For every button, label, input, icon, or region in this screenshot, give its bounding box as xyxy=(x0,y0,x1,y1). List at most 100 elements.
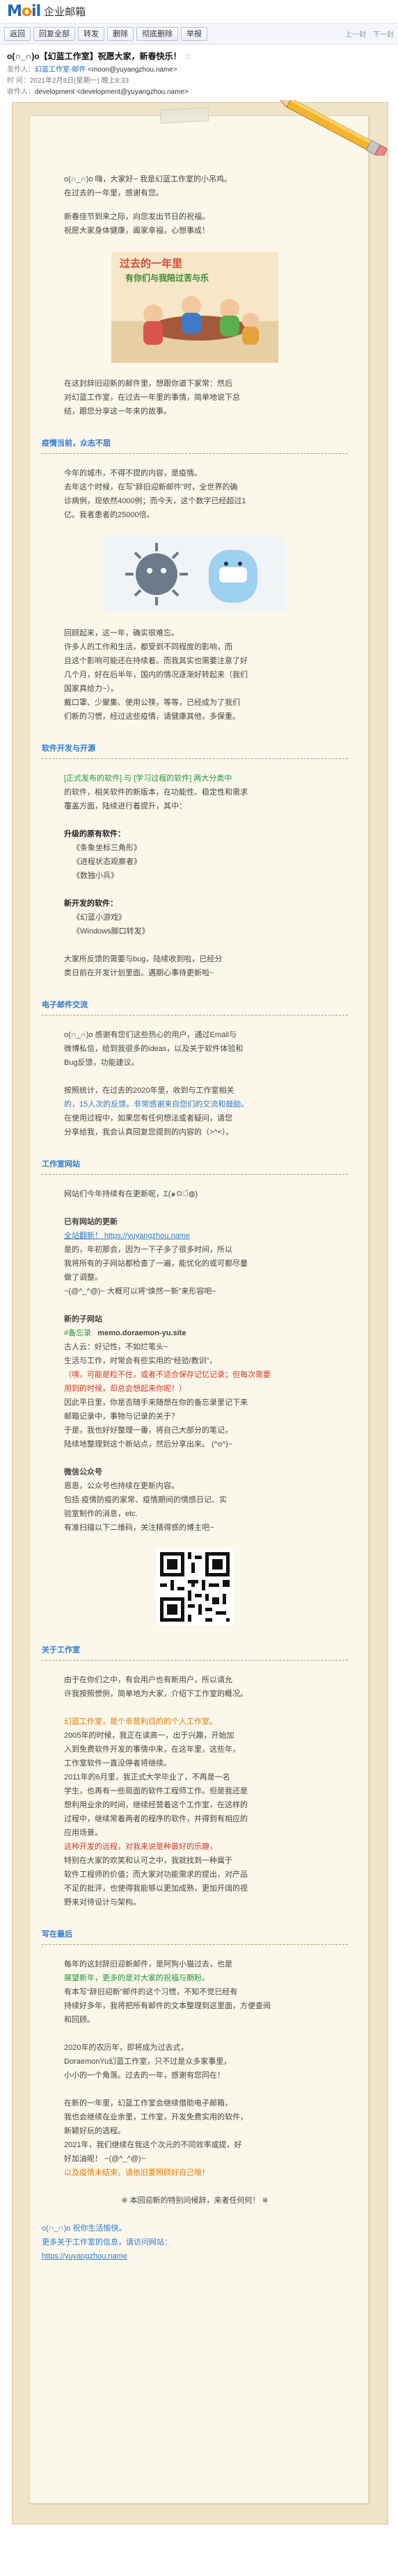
to-value: development <development@yuyangzhou.name… xyxy=(35,88,189,96)
report-button[interactable]: 举报 xyxy=(181,26,207,41)
text-line: 生活与工作，时常会有些实用的“经验/教训”， xyxy=(64,1357,217,1365)
permanent-delete-button[interactable]: 彻底删除 xyxy=(136,26,178,41)
time-label: 时 间： xyxy=(7,77,30,85)
back-button[interactable]: 返回 xyxy=(4,26,31,41)
text-line: 许多人的工作和生活，都受到不同程度的影响，而 xyxy=(64,643,232,651)
greeting: o(∩_∩)o 嗨，大家好~ 我是幻蓝工作室的小吊鸡。 xyxy=(64,175,232,184)
list-item[interactable]: 《幻蓝小游戏》 xyxy=(64,911,348,924)
epidemic-paragraph-2: 回顾起来，这一年，确实很难忘。 许多人的工作和生活，都受到不同程度的影响，而 且… xyxy=(42,626,348,724)
software-paragraph-1: [正式发布的软件] 与 [学习过程的软件] 两大分类中 的软件，相关软件的新版本… xyxy=(42,772,348,813)
text-line: 包括 疫情防疫的家常、疫情期间的情感日记、实 xyxy=(64,1496,228,1504)
closing-sign: ※ 本回迎新的特别问候辞，来者任何何！ ※ xyxy=(121,2196,269,2205)
subheading: 已有网站的更新 xyxy=(64,1218,118,1226)
text-line: 应用场景。 xyxy=(64,1829,102,1837)
text-line: 好加油呢！ ~(@^_^@)~ xyxy=(64,2155,146,2163)
text-line: 以及疫情未结束，请依旧要照顾好自己哦！ xyxy=(64,2169,209,2177)
text-line: 大家所反馈的需要与bug，陆续收到啦，已经分 xyxy=(64,955,223,963)
prev-mail-link[interactable]: 上一封 xyxy=(345,28,366,39)
text-line: Bug反馈，功能建议。 xyxy=(64,1059,139,1067)
text-line: 持续好多年，我将把所有邮件的文本整理到这里面，方便查阅 xyxy=(64,2002,271,2010)
text-line: 特别在大家的欢笑和认可之中，我就找到一种属于 xyxy=(64,1857,232,1865)
tag-label: #备忘录 xyxy=(64,1329,92,1337)
email-paragraph-2: 按照统计，在过去的2020年里，收到与工作室相关 的，15人次的反馈。非常感谢来… xyxy=(42,1084,348,1139)
about-paragraph-2: 幻蓝工作室，是个非营利目的的个人工作室。 2005年的时候，我正在读高一，出于兴… xyxy=(42,1715,348,1909)
list-item[interactable]: 《进程状态观察者》 xyxy=(64,855,348,869)
software-paragraph-2: 大家所反馈的需要与bug，陆续收到啦，已经分 类日前在开发计划里面。遇期心事待更… xyxy=(42,952,348,980)
text-line: 在使用过程中，如果您有任何想法或者疑问，请您 xyxy=(64,1114,232,1123)
section-heading-website: 工作室网站 xyxy=(42,1157,348,1175)
delete-button[interactable]: 删除 xyxy=(107,26,134,41)
text-line: 2005年的时候，我正在读高一，出于兴趣，开始加 xyxy=(64,1731,234,1740)
section-heading-about: 关于工作室 xyxy=(42,1643,348,1661)
wechat-qr-code-icon xyxy=(157,1549,233,1625)
text-line: 用到的时候，却总会想起来你呢！） xyxy=(64,1385,186,1393)
mail-toolbar: 返回 回复全部 转发 删除 彻底删除 举报 上一封 下一封 xyxy=(0,24,398,44)
text-line: 2021年，我们继续在我这个次元的不同效率或提，好 xyxy=(64,2141,242,2149)
text-line: 2011年的6月里，我正式大学毕业了，不再是一名 xyxy=(64,1773,230,1782)
illustration-subtitle: 有你们与我陪过苦与乐 xyxy=(125,273,209,283)
section-heading-epidemic: 疫情当前，众志不屈 xyxy=(42,437,348,454)
text-line: 结，跟您分享这一年来的故事。 xyxy=(64,407,171,416)
time-value: 2021年2月8日(星期一) 晚上8:33 xyxy=(29,77,129,85)
intro-line-3: 祝愿大家身体健康，阖家幸福，心想事成！ xyxy=(64,227,209,235)
text-line: 2020年的农历年，即将成为过去式， xyxy=(64,2044,189,2052)
text-line: 在这封辞旧迎新的邮件里，想跟你道下家常：然后 xyxy=(64,380,232,388)
text-line: 我将所有的子网站都检查了一遍，能优化的或可都尽量 xyxy=(64,1260,248,1268)
text-line: 软件工程师的价值；而大家对功能需求的提出，对产品 xyxy=(64,1870,248,1879)
website-intro: 网站们今年持续有在更新呢，Σ(๑ㅁ๑̀◍) xyxy=(42,1187,348,1201)
forward-button[interactable]: 转发 xyxy=(78,26,104,41)
text-line: 许我按照惯例，简单地为大家，介绍下工作室的概况。 xyxy=(64,1690,248,1698)
text-line: 幻蓝工作室，是个非营利目的的个人工作室。 xyxy=(64,1718,217,1726)
closing-paragraph-3: 在新的一年里，幻蓝工作室会继续借助电子邮箱， 我也会继续在业余里，工作室，开发免… xyxy=(42,2096,348,2180)
time-row: 时 间：2021年2月8日(星期一) 晚上8:33 xyxy=(7,76,391,87)
next-mail-link[interactable]: 下一封 xyxy=(373,28,394,39)
email-paragraph-1: o(∩_∩)o 感谢有您们这些热心的用户，通过Email与 微博私信，给到我很多… xyxy=(42,1028,348,1070)
text-line: 诊病例，现依然4000例；而今天，这个数字已经超过1 xyxy=(64,497,246,505)
text-line: 验室制作的消息，etc. xyxy=(64,1510,138,1518)
text-line: 国家真给力~）。 xyxy=(64,685,118,693)
qr-code-graphic xyxy=(157,1549,233,1625)
intro-line-1: 在过去的一年里，感谢有您。 xyxy=(64,189,164,197)
text-line: 几个月，好在后半年，国内的情况逐渐好转起来（我们 xyxy=(64,671,248,679)
text-line: 今年的城市，不得不提的内容，是疫情。 xyxy=(64,469,202,478)
list-item[interactable]: 《数独小兵》 xyxy=(64,869,348,883)
text-line: 展望新年，更多的是对大家的祝福与期盼。 xyxy=(64,1974,209,1982)
reply-all-button[interactable]: 回复全部 xyxy=(33,26,75,41)
footer-notes: o(∩_∩)o 祝你生活愉快。 更多关于工作室的信息，请访问网站： https:… xyxy=(42,2222,348,2263)
new-site-block: 新的子网站 #备忘录 memo.doraemon-yu.site 古人云：好记性… xyxy=(42,1312,348,1451)
virus-illustration xyxy=(104,536,285,612)
text-line: 且这个影响可能还在持续着。而我其实也需要注意了好 xyxy=(64,657,248,665)
text-line: DoraemonYu幻蓝工作室，只不过是众多家事里， xyxy=(64,2057,232,2066)
text-line: 入到免费软件开发的事情中来，在这年里，这些年， xyxy=(64,1745,240,1754)
text-line: （咦，可能是粒不住，或者不适合保存记忆记录；但每次需要 xyxy=(64,1371,271,1379)
text-line: 有本写“辞旧迎新”邮件的这个习惯，不知不觉已经有 xyxy=(64,1988,238,1996)
from-name[interactable]: 幻蓝工作室-邮件 xyxy=(35,66,86,74)
text-line: ~(@^_^@)~ 大概可以将“焕然一新”来形容吧~ xyxy=(64,1287,216,1296)
subject-text: o(∩_∩)o【幻蓝工作室】祝愿大家，新春快乐！ xyxy=(7,51,182,61)
star-icon[interactable]: ☆ xyxy=(184,51,192,61)
mail-subject: o(∩_∩)o【幻蓝工作室】祝愿大家，新春快乐！ ☆ xyxy=(7,50,391,62)
list-item[interactable]: 《条象坐标三角形》 xyxy=(64,841,348,855)
brand-logo[interactable]: Moil 企业邮箱 xyxy=(7,3,86,20)
from-row: 发件人：幻蓝工作室-邮件 <moon@yuyangzhou.name> xyxy=(7,65,391,76)
brand-text: 企业邮箱 xyxy=(44,6,86,18)
list-title: 升级的原有软件： xyxy=(64,830,125,838)
list-item[interactable]: 《Windows脚口转发》 xyxy=(64,924,348,938)
new-year-illustration: 过去的一年里 有你们与我陪过苦与乐 xyxy=(111,252,278,363)
memo-site-link[interactable]: memo.doraemon-yu.site xyxy=(97,1329,186,1337)
text-line: 回顾起来，这一年，确实很难忘。 xyxy=(64,629,179,637)
text-line: 恩恩，公众号也持续在更新内容。 xyxy=(64,1482,179,1490)
text-line: 和回顾。 xyxy=(64,2016,95,2024)
virus-icon xyxy=(104,536,285,612)
text-line: o(∩_∩)o 感谢有您们这些热心的用户，通过Email与 xyxy=(64,1031,237,1039)
website-link[interactable]: 全站翻新！ https://yuyangzhou.name xyxy=(64,1229,348,1243)
footer-website-link[interactable]: https://yuyangzhou.name xyxy=(42,2249,348,2263)
intro-block: o(∩_∩)o 嗨，大家好~ 我是幻蓝工作室的小吊鸡。 在过去的一年里，感谢有您… xyxy=(42,172,348,238)
letter-content: o(∩_∩)o 嗨，大家好~ 我是幻蓝工作室的小吊鸡。 在过去的一年里，感谢有您… xyxy=(42,172,348,2263)
text-line: 由于在你们之中，有会用户也有新用户，所以请允 xyxy=(64,1676,232,1684)
text-line: 想利用业余的时间，继续经营着这个工作室，在这样的 xyxy=(64,1801,248,1809)
text-line: 每年的这封辞旧迎新邮件，是阿狗小猫过去，也是 xyxy=(64,1960,232,1968)
top-bar: Moil 企业邮箱 xyxy=(0,0,398,24)
text-line: 做了调整。 xyxy=(64,1273,102,1282)
text-line: 学生，也再有一些局面的软件工程师工作。但是我还是 xyxy=(64,1787,248,1795)
